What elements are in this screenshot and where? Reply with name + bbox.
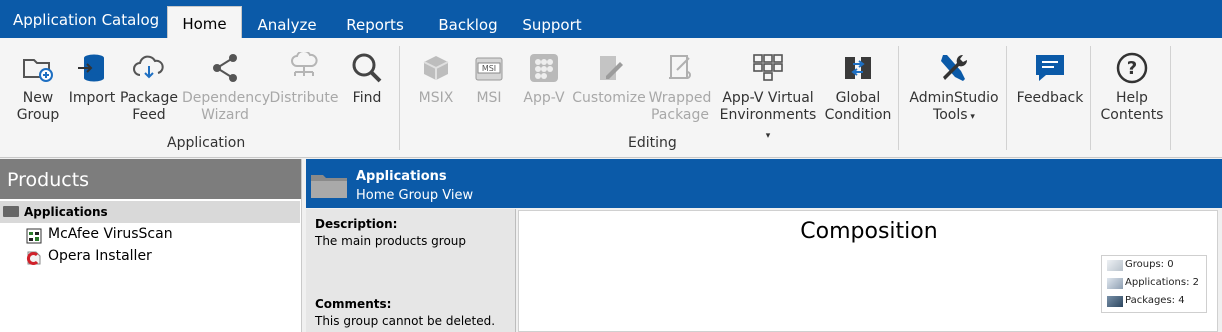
customize-label: Customize	[572, 90, 646, 106]
legend-item-applications: Applications: 2	[1102, 274, 1206, 292]
new-group-button[interactable]: New Group	[14, 46, 62, 124]
description-label: Description:	[315, 217, 398, 231]
find-button[interactable]: Find	[345, 46, 389, 107]
import-label: Import	[68, 90, 116, 106]
tab-home[interactable]: Home	[167, 6, 242, 38]
editing-group-label: Editing	[628, 135, 677, 151]
dependency-wizard-label: Dependency Wizard	[182, 90, 271, 123]
cloud-network-icon	[269, 46, 339, 90]
new-group-label: New Group	[16, 90, 60, 123]
global-condition-label: Global Condition	[824, 90, 892, 123]
database-import-icon	[66, 46, 118, 90]
tree-item-label: McAfee VirusScan	[48, 226, 173, 242]
ribbon-separator	[1006, 46, 1007, 150]
ribbon-separator	[399, 46, 400, 150]
help-question-icon: ?	[1096, 46, 1168, 90]
feedback-label: Feedback	[1016, 90, 1084, 106]
tab-support[interactable]: Support	[513, 8, 591, 38]
ribbon-separator	[1090, 46, 1091, 150]
legend-label: Packages: 4	[1125, 295, 1185, 306]
ribbon-tab-bar: Application Catalog Home Analyze Reports…	[0, 0, 1222, 38]
msi-button[interactable]: MSI MSI	[467, 46, 511, 107]
virtual-grid-icon	[716, 46, 820, 90]
appv-button[interactable]: App-V	[518, 46, 570, 107]
appv-grid-icon	[518, 46, 570, 90]
package-feed-label: Package Feed	[119, 90, 179, 123]
tree-root-label: Applications	[24, 205, 108, 219]
appv-virtual-environments-button[interactable]: App-V Virtual Environments	[716, 46, 820, 145]
composition-title: Composition	[800, 219, 938, 244]
detail-header: Applications Home Group View	[306, 159, 1222, 208]
appv-virtual-environments-label: App-V Virtual Environments	[716, 90, 820, 145]
help-contents-label: Help Contents	[1100, 90, 1164, 123]
detail-subtitle: Home Group View	[356, 188, 474, 203]
help-contents-button[interactable]: ? Help Contents	[1096, 46, 1168, 124]
folder-open-icon	[3, 206, 19, 217]
edit-document-icon	[572, 46, 646, 90]
global-condition-button[interactable]: Global Condition	[822, 46, 894, 124]
composition-chart: Composition Groups: 0 Applications: 2 Pa…	[518, 210, 1218, 332]
legend-label: Groups: 0	[1125, 259, 1174, 270]
tools-wrench-icon	[906, 46, 1002, 90]
legend-swatch	[1107, 278, 1123, 289]
comments-text: This group cannot be deleted.	[315, 314, 496, 328]
tab-analyze[interactable]: Analyze	[248, 8, 326, 38]
tree-item-opera[interactable]: Opera Installer	[26, 248, 152, 266]
comments-label: Comments:	[315, 297, 392, 311]
description-text: The main products group	[315, 234, 467, 248]
msix-label: MSIX	[418, 90, 454, 106]
wrapped-package-label: Wrapped Package	[648, 90, 712, 123]
ribbon-separator	[1170, 46, 1171, 150]
svg-text:?: ?	[1127, 58, 1137, 79]
opera-app-icon	[26, 250, 42, 266]
msi-label: MSI	[476, 90, 502, 106]
legend-label: Applications: 2	[1125, 277, 1199, 288]
customize-button[interactable]: Customize	[572, 46, 646, 107]
cloud-download-icon	[119, 46, 179, 90]
detail-title: Applications	[356, 169, 447, 184]
distribute-label: Distribute	[269, 90, 339, 106]
condition-arrows-icon	[822, 46, 894, 90]
appv-label: App-V	[523, 90, 565, 106]
tree-root-applications[interactable]: Applications	[0, 201, 300, 223]
detail-panel: Applications Home Group View Description…	[306, 159, 1222, 332]
wrapped-package-button[interactable]: Wrapped Package	[646, 46, 714, 124]
folder-add-icon	[14, 46, 62, 90]
package-box-icon	[414, 46, 458, 90]
find-label: Find	[352, 90, 382, 106]
legend-item-packages: Packages: 4	[1102, 292, 1206, 310]
share-nodes-icon	[182, 46, 268, 90]
msix-button[interactable]: MSIX	[414, 46, 458, 107]
scroll-pen-icon	[646, 46, 714, 90]
distribute-button[interactable]: Distribute	[269, 46, 339, 107]
tree-item-mcafee[interactable]: McAfee VirusScan	[26, 226, 173, 244]
description-panel: Description: The main products group Com…	[306, 209, 516, 332]
adminstudio-tools-button[interactable]: AdminStudio Tools	[906, 46, 1002, 126]
legend-item-groups: Groups: 0	[1102, 256, 1206, 274]
import-button[interactable]: Import	[66, 46, 118, 107]
legend-swatch	[1107, 296, 1123, 307]
msi-package-icon: MSI	[467, 46, 511, 90]
tab-application-catalog[interactable]: Application Catalog	[0, 0, 160, 38]
magnifier-icon	[345, 46, 389, 90]
feedback-button[interactable]: Feedback	[1014, 46, 1086, 107]
application-group-label: Application	[167, 135, 246, 151]
package-feed-button[interactable]: Package Feed	[119, 46, 179, 124]
composition-legend: Groups: 0 Applications: 2 Packages: 4	[1101, 255, 1207, 313]
folder-icon	[309, 169, 349, 201]
products-header: Products	[0, 159, 301, 199]
tab-reports[interactable]: Reports	[336, 8, 414, 38]
ribbon: New Group Import Package Feed Dependency…	[0, 38, 1222, 158]
adminstudio-tools-label: AdminStudio Tools	[906, 90, 1002, 126]
tree-item-label: Opera Installer	[48, 248, 152, 264]
dependency-wizard-button[interactable]: Dependency Wizard	[182, 46, 271, 124]
mcafee-app-icon	[26, 228, 42, 244]
svg-text:MSI: MSI	[482, 64, 496, 73]
products-panel: Products Applications McAfee VirusScan O…	[0, 159, 302, 332]
tab-backlog[interactable]: Backlog	[424, 8, 512, 38]
legend-swatch	[1107, 260, 1123, 271]
chat-bubble-icon	[1014, 46, 1086, 90]
ribbon-separator	[898, 46, 899, 150]
